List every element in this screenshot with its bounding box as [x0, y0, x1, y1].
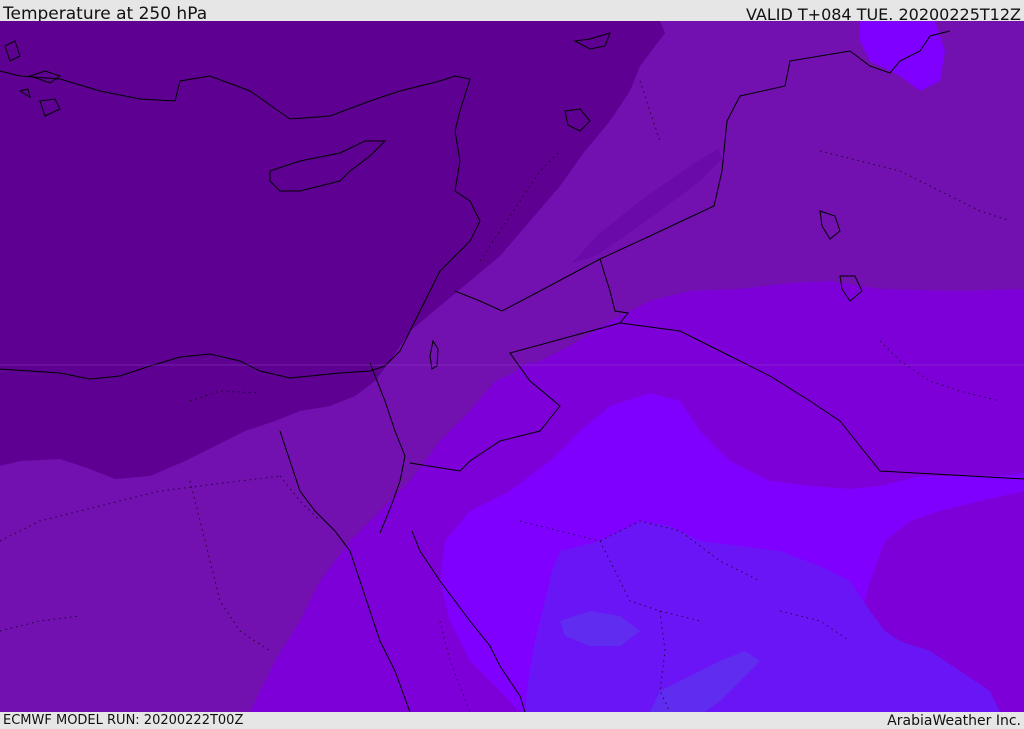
footer-bar: ECMWF MODEL RUN: 20200222T00Z ArabiaWeat… — [0, 712, 1024, 729]
header-bar: Temperature at 250 hPa VALID T+084 TUE. … — [0, 0, 1024, 24]
temperature-map[interactable] — [0, 21, 1024, 712]
credit-label: ArabiaWeather Inc. — [887, 713, 1021, 729]
model-run-label: ECMWF MODEL RUN: 20200222T00Z — [3, 713, 244, 728]
map-canvas — [0, 21, 1024, 712]
